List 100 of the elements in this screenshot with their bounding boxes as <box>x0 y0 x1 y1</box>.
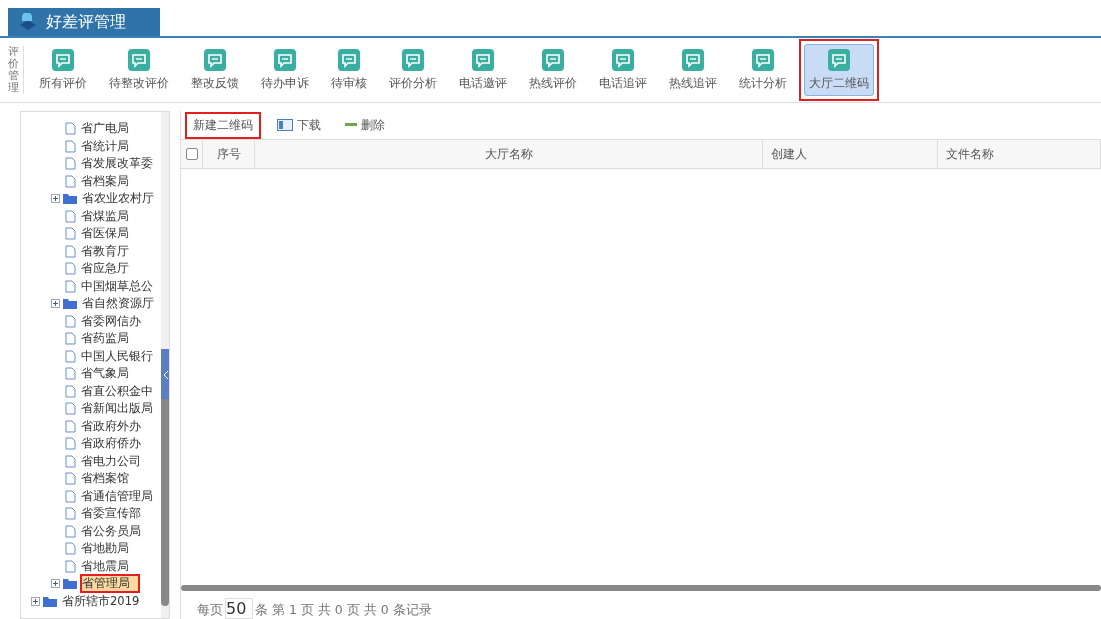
document-icon <box>65 314 76 328</box>
toolbar-button[interactable]: 电话追评 <box>589 39 657 101</box>
tree-node[interactable]: 省通信管理局 <box>79 486 155 506</box>
column-header: 创建人 <box>763 140 938 168</box>
column-header: 序号 <box>203 140 255 168</box>
document-icon <box>65 227 76 241</box>
chat-icon <box>338 49 360 71</box>
document-icon <box>65 454 76 468</box>
document-icon <box>65 367 76 381</box>
toolbar-button[interactable]: 待审核 <box>321 39 377 101</box>
tree-node[interactable]: 省档案局 <box>79 171 131 191</box>
chat-icon <box>274 49 296 71</box>
tree-node[interactable]: 省公务员局 <box>79 521 143 541</box>
document-icon <box>65 384 76 398</box>
document-icon <box>65 524 76 538</box>
select-all-checkbox[interactable] <box>185 148 198 160</box>
chat-icon <box>52 49 74 71</box>
chat-icon <box>612 49 634 71</box>
chat-icon <box>402 49 424 71</box>
tree-node[interactable]: 省统计局 <box>79 136 131 156</box>
chat-icon <box>472 49 494 71</box>
document-icon <box>65 209 76 223</box>
collapse-handle[interactable] <box>161 349 169 399</box>
tree-node[interactable]: 省煤监局 <box>79 206 131 226</box>
column-header: 文件名称 <box>938 140 1101 168</box>
tree-node[interactable]: 中国烟草总公 <box>79 276 155 296</box>
toolbar-button[interactable]: 大厅二维码 <box>799 39 879 101</box>
document-icon <box>65 507 76 521</box>
tree-node[interactable]: 省地勘局 <box>79 539 131 559</box>
chat-icon <box>682 49 704 71</box>
document-icon <box>65 279 76 293</box>
tree-node[interactable]: 省档案馆 <box>79 469 131 489</box>
title-tab[interactable]: 好差评管理 <box>8 8 160 36</box>
pager-label: 每页 <box>197 602 223 619</box>
chat-icon <box>542 49 564 71</box>
tree-node[interactable]: 省自然资源厅 <box>80 294 156 314</box>
toolbar-button[interactable]: 待办申诉 <box>251 39 319 101</box>
document-icon <box>65 349 76 363</box>
download-button[interactable]: 下载 <box>269 111 329 139</box>
tree-node[interactable]: 省直公积金中 <box>79 381 155 401</box>
tree-node[interactable]: 省广电局 <box>79 119 131 139</box>
chat-icon <box>828 49 850 71</box>
group-label: 评价管理 <box>8 45 24 95</box>
window-icon <box>277 119 293 131</box>
expand-icon[interactable] <box>51 299 60 309</box>
toolbar-button[interactable]: 评价分析 <box>379 39 447 101</box>
folder-icon <box>63 298 77 310</box>
expand-icon[interactable] <box>51 194 60 204</box>
tree-node[interactable]: 省所辖市2019 <box>60 591 142 611</box>
toolbar-button[interactable]: 待整改评价 <box>99 39 179 101</box>
page-size-field[interactable]: 50 <box>225 598 253 619</box>
tree-node[interactable]: 省气象局 <box>79 364 131 384</box>
scrollbar[interactable] <box>181 585 1101 591</box>
toolbar-button[interactable]: 统计分析 <box>729 39 797 101</box>
toolbar-button[interactable]: 电话邀评 <box>449 39 517 101</box>
tree-node[interactable]: 省应急厅 <box>79 259 131 279</box>
chat-icon <box>752 49 774 71</box>
document-icon <box>65 157 76 171</box>
tree-node[interactable]: 省农业农村厅 <box>80 189 156 209</box>
tree-node[interactable]: 中国人民银行 <box>79 346 155 366</box>
tree-node[interactable]: 省政府侨办 <box>79 434 143 454</box>
scrollbar[interactable] <box>161 112 169 618</box>
document-icon <box>65 437 76 451</box>
document-icon <box>65 332 76 346</box>
folder-icon <box>63 578 77 590</box>
tree-node[interactable]: 省电力公司 <box>79 451 143 471</box>
expand-icon[interactable] <box>51 579 60 589</box>
tree-node[interactable]: 省药监局 <box>79 329 131 349</box>
chat-icon <box>204 49 226 71</box>
minus-icon <box>345 123 357 127</box>
toolbar-button[interactable]: 所有评价 <box>29 39 97 101</box>
tree-node[interactable]: 省委宣传部 <box>79 504 143 524</box>
document-icon <box>65 139 76 153</box>
tree-node[interactable]: 省教育厅 <box>79 241 131 261</box>
delete-button[interactable]: 删除 <box>337 111 393 139</box>
tree-node[interactable]: 省委网信办 <box>79 311 143 331</box>
new-button[interactable]: 新建二维码 <box>185 111 261 139</box>
tree-node[interactable]: 省地震局 <box>79 556 131 576</box>
tree-node[interactable]: 省发展改革委 <box>79 154 155 174</box>
column-header: 大厅名称 <box>255 140 763 168</box>
chat-icon <box>128 49 150 71</box>
document-icon <box>65 472 76 486</box>
expand-icon[interactable] <box>31 596 40 606</box>
document-icon <box>65 542 76 556</box>
toolbar-button[interactable]: 热线追评 <box>659 39 727 101</box>
toolbar-button[interactable]: 热线评价 <box>519 39 587 101</box>
app-title: 好差评管理 <box>46 11 126 33</box>
tree-node[interactable]: 省新闻出版局 <box>79 399 155 419</box>
document-icon <box>65 402 76 416</box>
folder-icon <box>43 595 57 607</box>
document-icon <box>65 559 76 573</box>
tree-node[interactable]: 省管理局 <box>80 574 140 594</box>
tree-node[interactable]: 省政府外办 <box>79 416 143 436</box>
toolbar-button[interactable]: 整改反馈 <box>181 39 249 101</box>
logo-icon <box>18 13 38 31</box>
document-icon <box>65 174 76 188</box>
tree-node[interactable]: 省医保局 <box>79 224 131 244</box>
document-icon <box>65 262 76 276</box>
document-icon <box>65 244 76 258</box>
document-icon <box>65 489 76 503</box>
